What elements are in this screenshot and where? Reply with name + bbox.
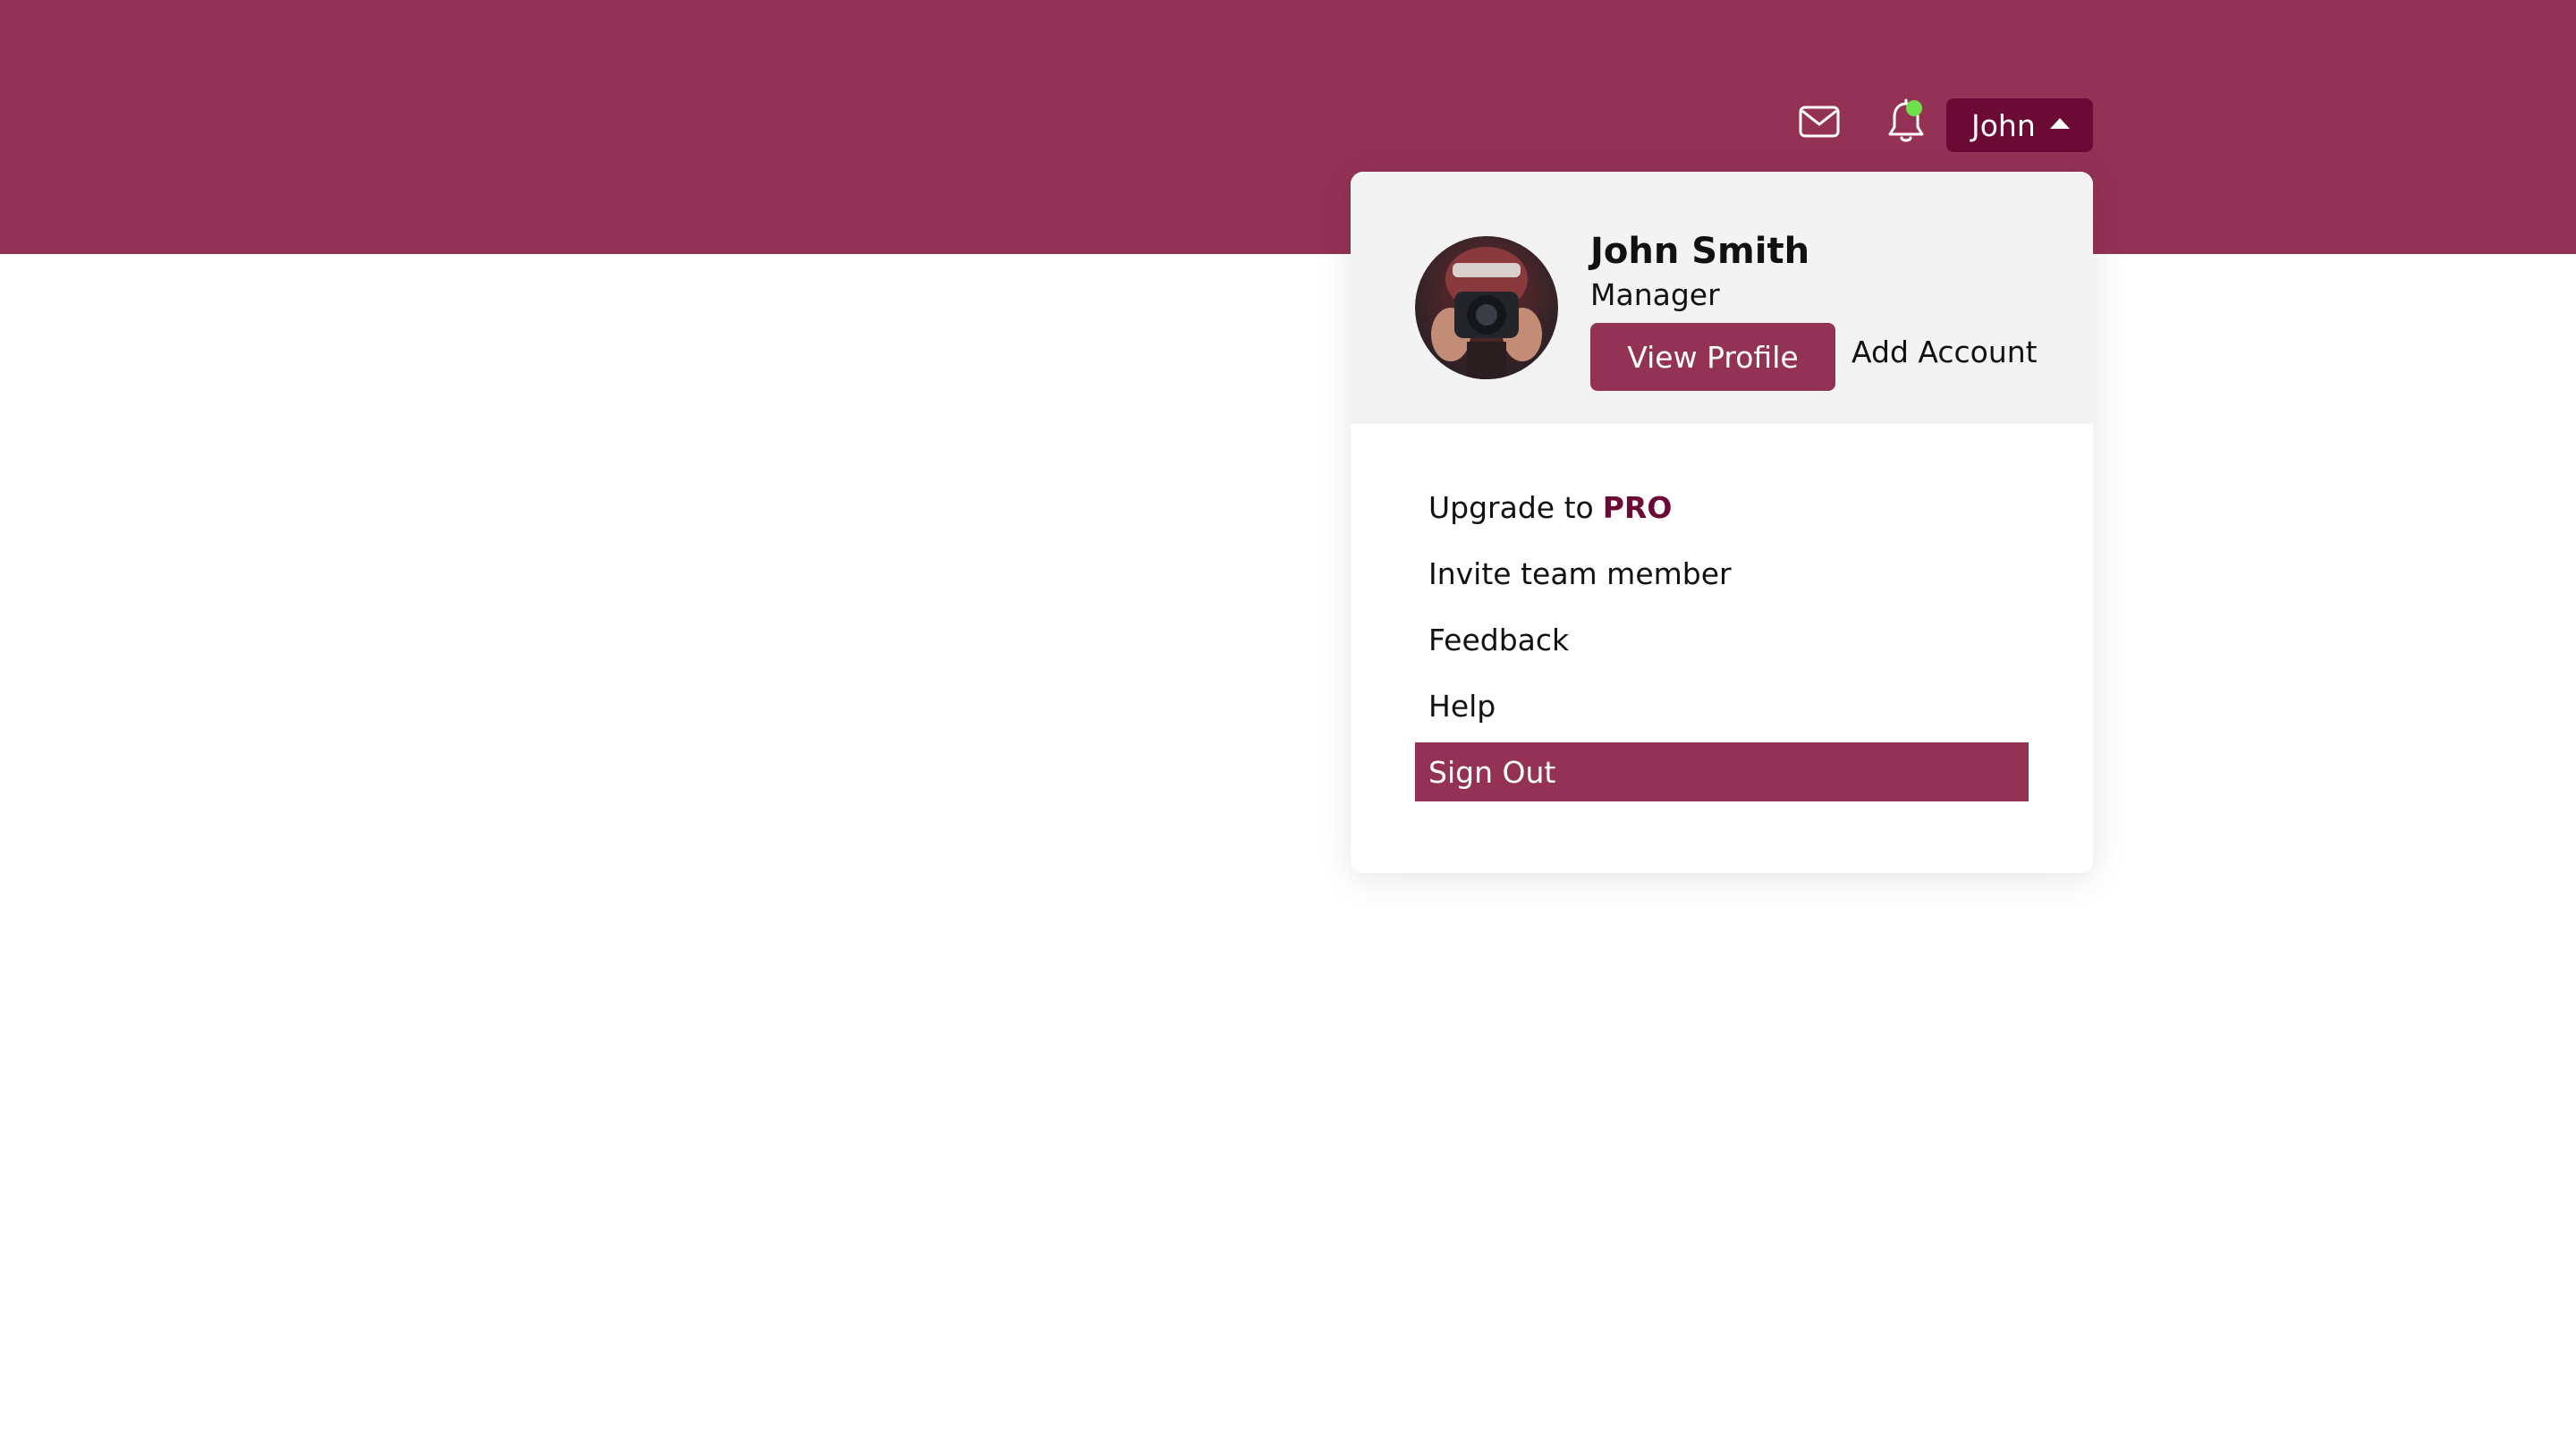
dropdown-menu-list: Upgrade to PRO Invite team member Feedba… xyxy=(1415,478,2029,809)
menu-item-label: Help xyxy=(1428,688,1496,724)
caret-up-icon xyxy=(2050,118,2070,129)
add-account-link[interactable]: Add Account xyxy=(1852,335,2038,369)
pro-badge: PRO xyxy=(1602,489,1673,525)
menu-item-label: Invite team member xyxy=(1428,555,1732,591)
top-navigation-bar xyxy=(0,0,2576,254)
user-menu-button[interactable]: John xyxy=(1946,98,2093,152)
profile-header: John Smith Manager View Profile Add Acco… xyxy=(1351,172,2093,424)
mail-icon[interactable] xyxy=(1799,106,1840,138)
view-profile-button[interactable]: View Profile xyxy=(1590,323,1835,391)
menu-item-label: Feedback xyxy=(1428,622,1570,657)
user-dropdown-menu: John Smith Manager View Profile Add Acco… xyxy=(1351,172,2093,873)
user-menu-label: John xyxy=(1971,107,2036,143)
menu-item-sign-out[interactable]: Sign Out xyxy=(1415,742,2029,801)
profile-role: Manager xyxy=(1590,277,1720,312)
menu-item-feedback[interactable]: Feedback xyxy=(1415,610,2029,669)
menu-item-invite-team-member[interactable]: Invite team member xyxy=(1415,544,2029,603)
profile-name: John Smith xyxy=(1590,231,1810,272)
avatar[interactable] xyxy=(1415,236,1558,379)
menu-item-help[interactable]: Help xyxy=(1415,676,2029,735)
menu-item-upgrade[interactable]: Upgrade to PRO xyxy=(1415,478,2029,537)
menu-item-label: Sign Out xyxy=(1428,754,1556,790)
upgrade-label: Upgrade to xyxy=(1428,489,1594,525)
notification-dot xyxy=(1906,100,1922,116)
